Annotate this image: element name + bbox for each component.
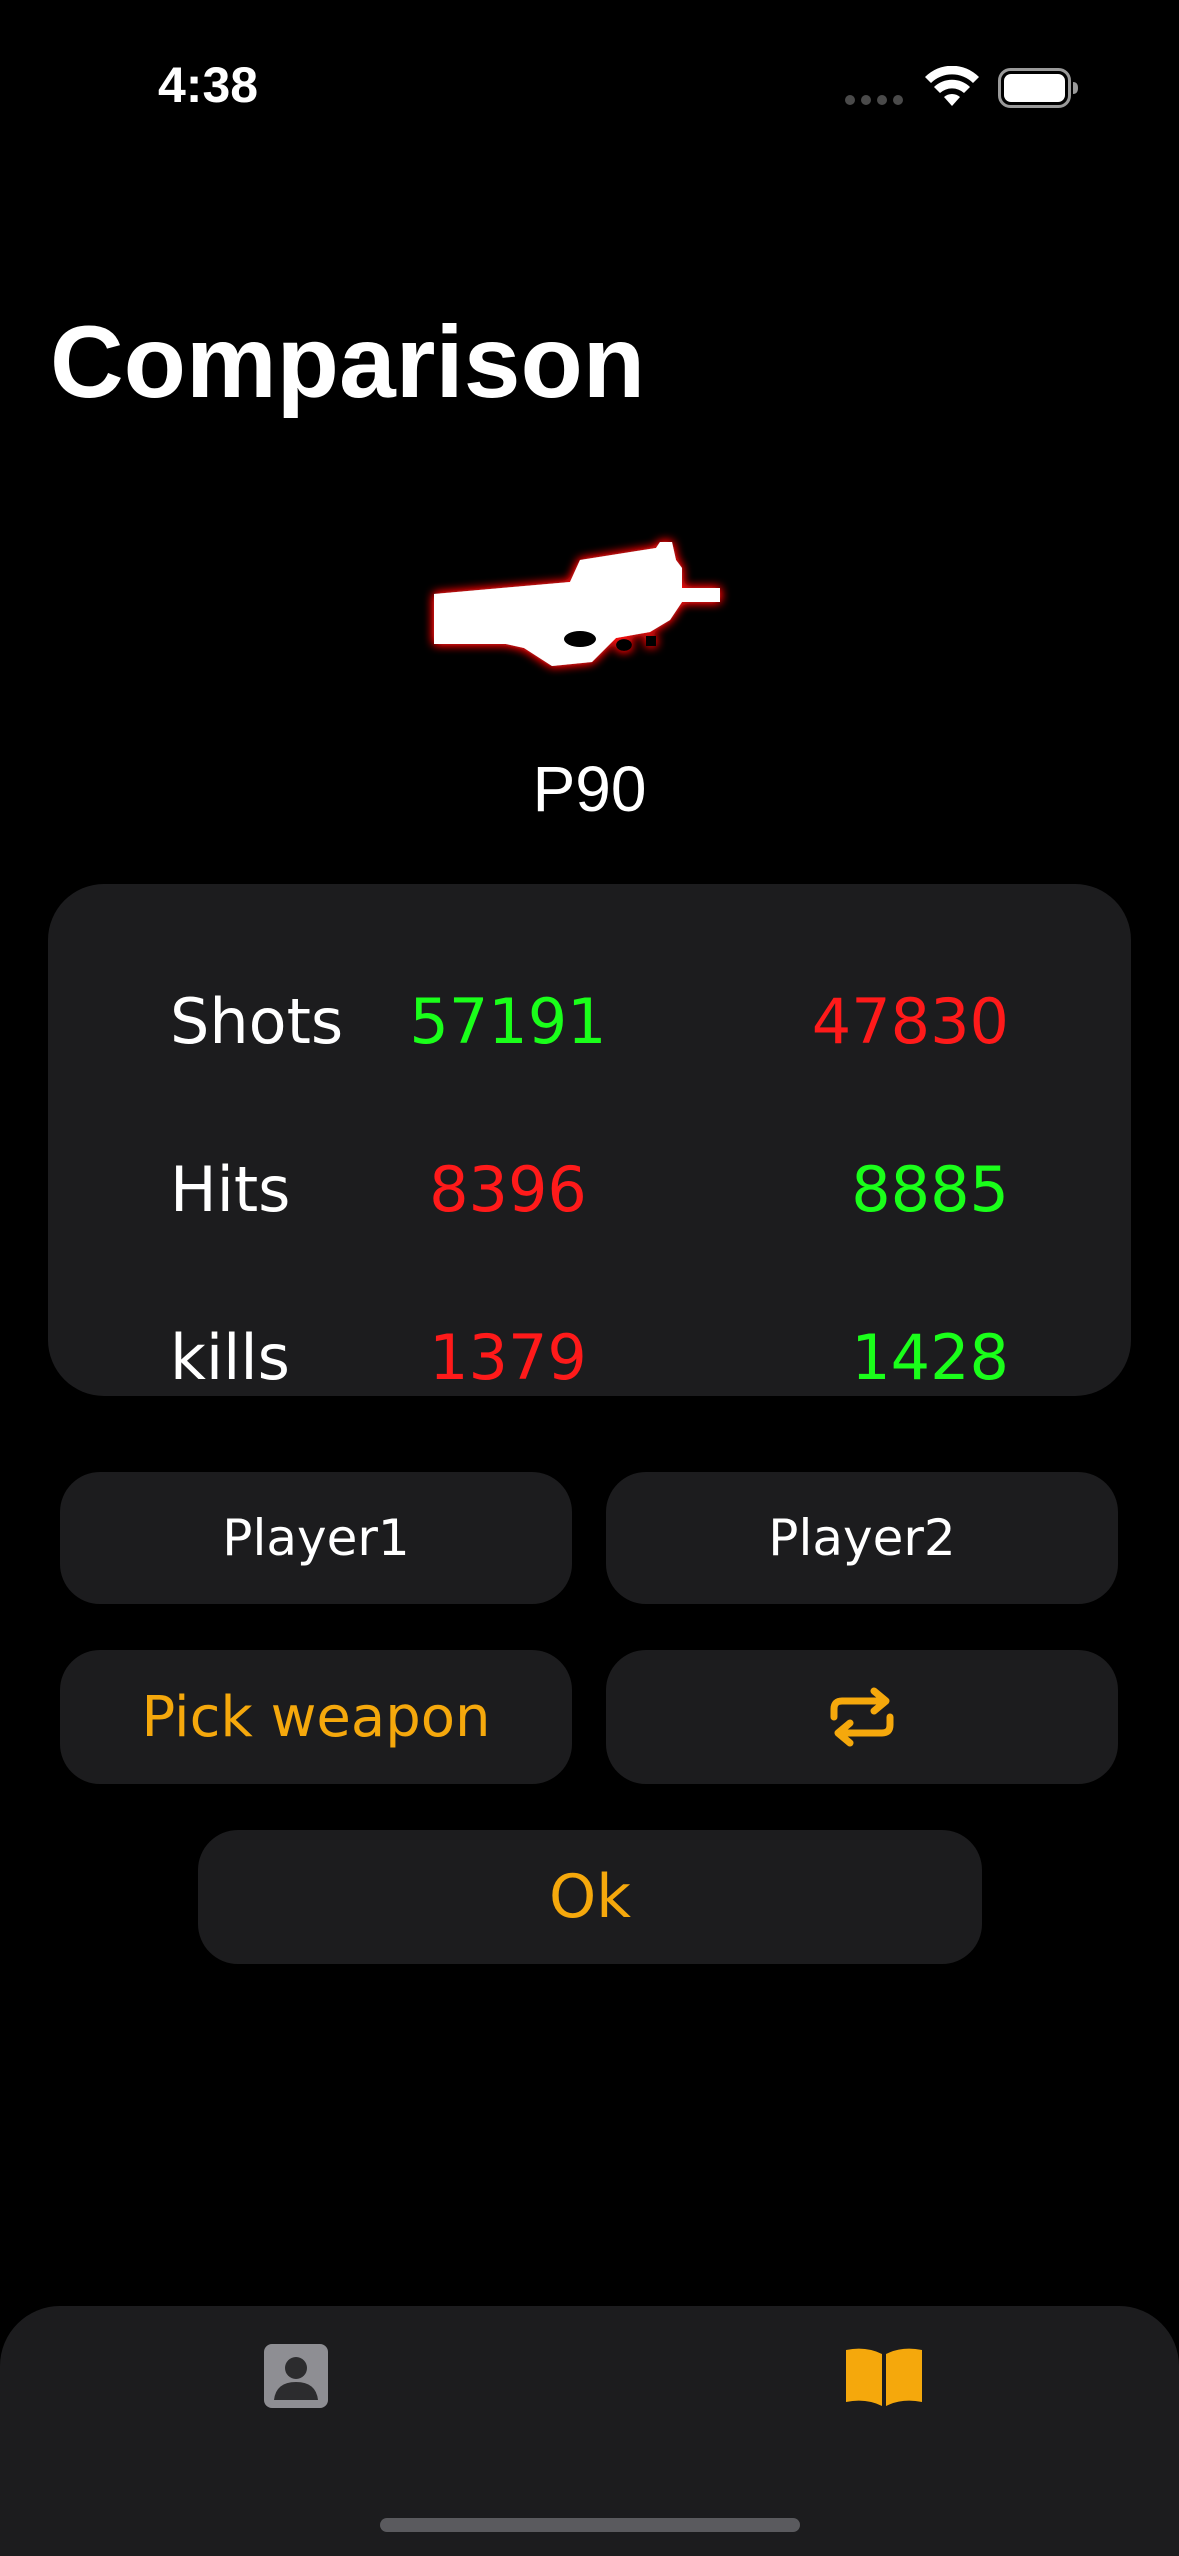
swap-players-button[interactable] [606,1650,1118,1784]
cellular-signal-icon [845,95,905,105]
status-bar: 4:38 [0,0,1179,170]
player2-button[interactable]: Player2 [606,1472,1118,1604]
weapon-name: P90 [532,753,647,825]
player2-value: 1428 [851,1321,1009,1394]
person-crop-square-icon [264,2344,328,2408]
player1-button[interactable]: Player1 [60,1472,572,1604]
page-title: Comparison [50,305,646,419]
stat-label: Hits [170,1153,291,1226]
stat-label: Shots [170,985,344,1058]
tab-profile[interactable] [246,2326,346,2426]
player2-value: 47830 [811,985,1009,1058]
pick-weapon-button[interactable]: Pick weapon [60,1650,572,1784]
player1-value: 1379 [429,1321,587,1394]
ok-button[interactable]: Ok [198,1830,982,1964]
home-indicator [380,2518,800,2532]
battery-icon [998,68,1078,108]
swap-arrows-icon [830,1687,894,1747]
player1-value: 57191 [409,985,607,1058]
player2-value: 8885 [851,1153,1009,1226]
stat-label: kills [170,1321,290,1394]
p90-weapon-icon [434,542,720,666]
stat-row-shots: Shots 57191 47830 [48,972,1131,1072]
tab-comparison[interactable] [834,2326,934,2426]
book-open-icon [846,2348,922,2406]
stats-card: Shots 57191 47830 Hits 8396 8885 kills 1… [48,884,1131,1396]
wifi-icon [925,66,979,106]
stat-row-kills: kills 1379 1428 [48,1308,1131,1408]
status-time: 4:38 [158,57,259,113]
player1-value: 8396 [429,1153,587,1226]
stat-row-hits: Hits 8396 8885 [48,1140,1131,1240]
